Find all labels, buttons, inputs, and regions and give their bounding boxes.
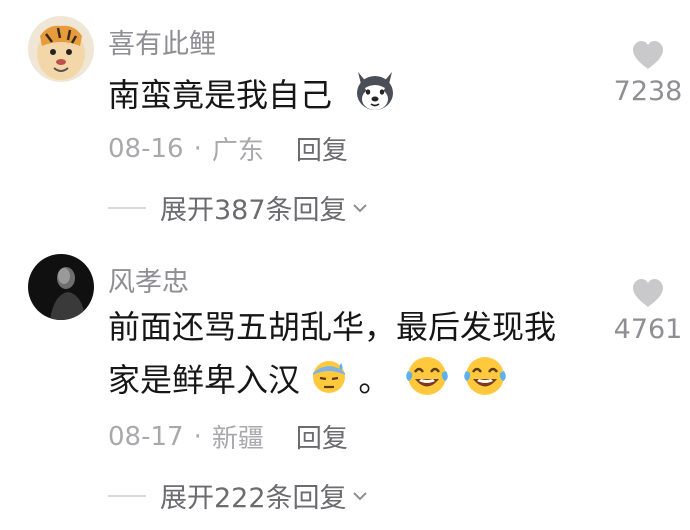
comment-text-suffix: 。 <box>358 361 391 399</box>
comment-text-line: 南蛮竟是我自己 <box>108 76 333 114</box>
avatar[interactable] <box>28 254 94 320</box>
husky-face-icon <box>352 68 398 126</box>
comment-text: 家是鲜卑入汉 。 <box>108 354 509 410</box>
like-button[interactable]: 4761 <box>608 278 688 345</box>
username[interactable]: 风孝忠 <box>108 260 189 299</box>
expand-replies-label: 展开387条回复 <box>160 195 347 226</box>
divider-line <box>108 206 146 209</box>
divider-line <box>108 494 146 497</box>
comment-date: 08-17 <box>108 421 184 452</box>
like-count: 4761 <box>613 314 683 345</box>
separator-dot: · <box>193 133 202 164</box>
reply-button[interactable]: 回复 <box>296 130 348 167</box>
comment-meta: 08-16 · 广东 回复 <box>108 130 348 167</box>
tiger-avatar-icon <box>28 16 94 82</box>
heart-icon <box>633 279 663 307</box>
sweat-face-icon <box>310 357 348 407</box>
comment-meta: 08-17 · 新疆 回复 <box>108 418 348 455</box>
chevron-down-icon <box>352 491 367 500</box>
username[interactable]: 喜有此鲤 <box>108 22 216 61</box>
heart-icon <box>633 41 663 69</box>
tears-of-joy-icon <box>403 354 451 410</box>
avatar[interactable] <box>28 16 94 82</box>
comment-text: 前面还骂五胡乱华，最后发现我 <box>108 304 556 350</box>
like-button[interactable]: 7238 <box>608 40 688 107</box>
like-count: 7238 <box>613 76 683 107</box>
comment-location: 新疆 <box>211 424 264 454</box>
reply-button[interactable]: 回复 <box>296 418 348 455</box>
comment-1: 喜有此鲤 南蛮竟是我自己 08-16 · 广东 回复 7238 展开387条回复 <box>0 0 690 240</box>
comment-date: 08-16 <box>108 133 184 164</box>
comment-text: 南蛮竟是我自己 <box>108 68 398 126</box>
dark-portrait-avatar-icon <box>28 254 94 320</box>
comment-2: 风孝忠 前面还骂五胡乱华，最后发现我 家是鲜卑入汉 。 08-17 · 新疆 回… <box>0 240 690 530</box>
expand-replies-button[interactable]: 展开222条回复 <box>108 476 369 515</box>
expand-replies-label: 展开222条回复 <box>160 483 347 514</box>
expand-replies-button[interactable]: 展开387条回复 <box>108 188 369 227</box>
separator-dot: · <box>193 421 202 452</box>
comment-text-line: 前面还骂五胡乱华，最后发现我 <box>108 308 557 346</box>
comment-text-line: 家是鲜卑入汉 <box>108 361 301 399</box>
comment-location: 广东 <box>211 136 264 166</box>
tears-of-joy-icon <box>461 354 509 410</box>
chevron-down-icon <box>352 203 367 212</box>
